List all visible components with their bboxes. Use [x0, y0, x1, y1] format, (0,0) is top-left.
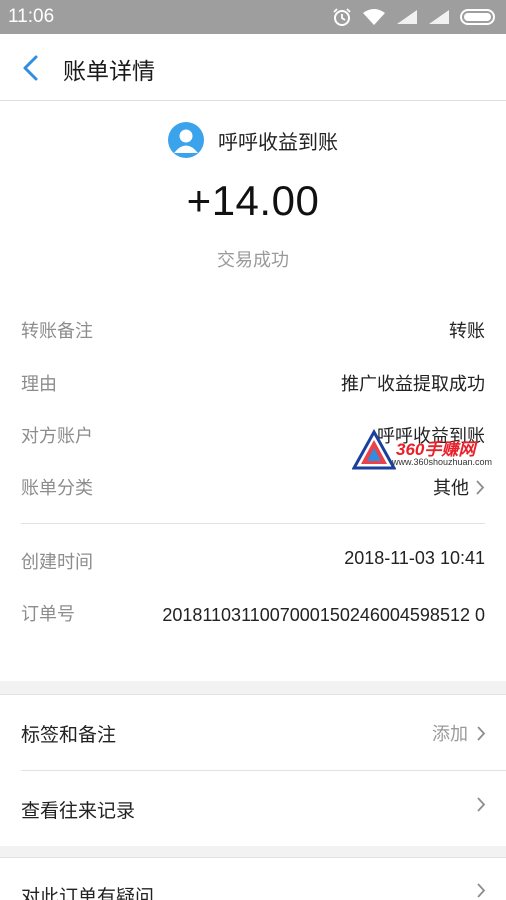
signal-icon — [429, 10, 449, 24]
view-history-label: 查看往来记录 — [21, 800, 136, 822]
detail-label: 对方账户 — [21, 426, 93, 447]
detail-value: 推广收益提取成功 — [341, 374, 485, 395]
avatar — [168, 122, 204, 158]
battery-icon — [460, 9, 495, 25]
detail-value: 转账 — [449, 321, 485, 342]
detail-label: 理由 — [21, 374, 57, 395]
detail-row-note: 转账备注 转账 — [21, 317, 485, 347]
watermark-url: www.360shouzhuan.com — [392, 457, 493, 467]
tags-and-notes-cell[interactable]: 标签和备注 添加 — [0, 695, 506, 770]
detail-label: 订单号 — [21, 604, 75, 625]
tags-and-notes-label: 标签和备注 — [21, 724, 117, 746]
detail-value: 其他 — [433, 478, 469, 499]
page-title: 账单详情 — [63, 59, 155, 85]
status-bar: 11:06 — [0, 0, 506, 34]
payee-name: 呼呼收益到账 — [218, 129, 338, 154]
chevron-right-icon — [477, 797, 486, 812]
status-time: 11:06 — [8, 6, 55, 27]
add-tag-label: 添加 — [432, 724, 468, 745]
status-icons — [332, 4, 498, 30]
chevron-right-icon — [477, 883, 486, 898]
order-question-label: 对此订单有疑问 — [21, 886, 155, 900]
chevron-right-icon — [476, 479, 485, 495]
transaction-status: 交易成功 — [217, 250, 289, 271]
order-number-value: 2018110311007000150246004598512 0 — [162, 605, 485, 625]
detail-row-created-time: 创建时间 2018-11-03 10:41 — [21, 548, 485, 578]
add-tag-button[interactable]: 添加 — [432, 720, 486, 746]
detail-label: 账单分类 — [21, 478, 93, 499]
detail-row-reason: 理由 推广收益提取成功 — [21, 370, 485, 400]
watermark-triangle-icon — [352, 429, 396, 470]
detail-value: 2018-11-03 10:41 — [344, 548, 485, 568]
header-bar: 账单详情 — [0, 34, 506, 101]
divider — [21, 523, 485, 524]
chevron-right-icon — [477, 725, 486, 741]
user-icon — [174, 129, 198, 153]
view-history-arrow — [476, 796, 486, 813]
order-question-cell[interactable]: 对此订单有疑问 — [0, 858, 506, 900]
signal-icon — [397, 10, 417, 24]
detail-row-category[interactable]: 账单分类 其他 — [21, 474, 485, 504]
transaction-summary: 呼呼收益到账 +14.00 交易成功 — [0, 101, 506, 285]
view-history-cell[interactable]: 查看往来记录 — [0, 771, 506, 846]
section-gap — [0, 681, 506, 695]
detail-label: 创建时间 — [21, 552, 93, 573]
watermark-logo: 360手赚网 www.360shouzhuan.com — [352, 429, 492, 471]
wifi-icon — [363, 9, 385, 25]
order-question-arrow — [476, 882, 486, 899]
alarm-icon — [333, 8, 351, 26]
detail-label: 转账备注 — [21, 321, 93, 342]
payee-row: 呼呼收益到账 — [0, 122, 506, 158]
transaction-amount: +14.00 — [186, 177, 320, 224]
category-selector[interactable]: 其他 — [433, 474, 485, 500]
back-arrow-icon[interactable] — [18, 54, 44, 82]
